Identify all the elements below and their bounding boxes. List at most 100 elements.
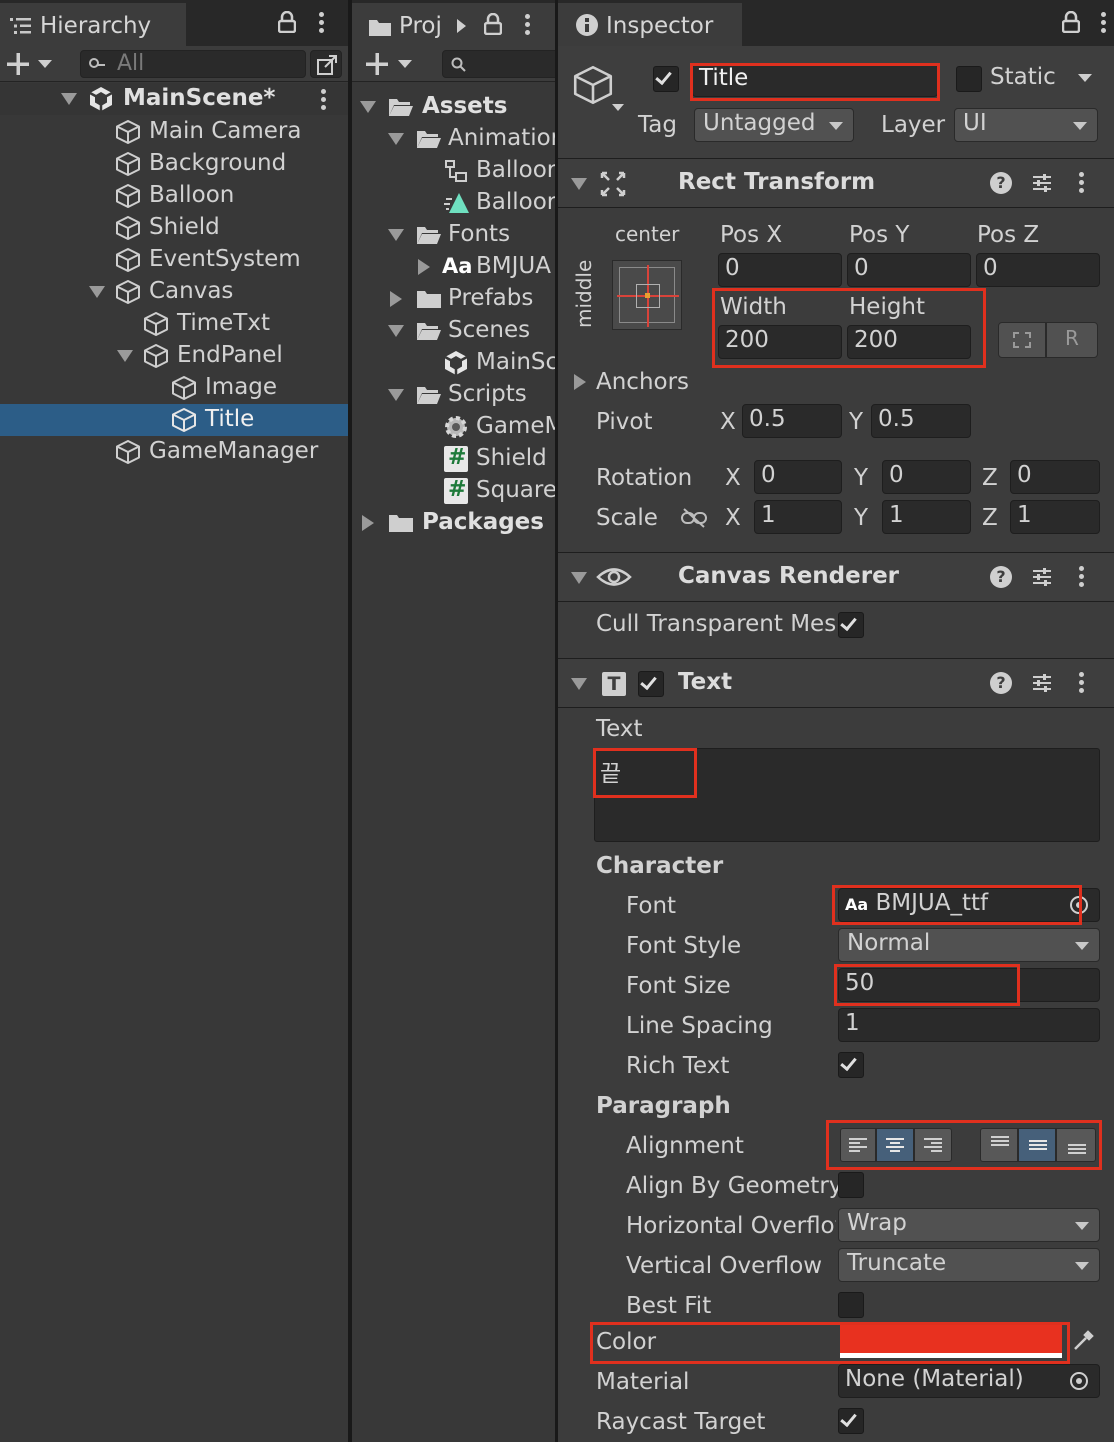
- layer-dropdown[interactable]: UI: [954, 108, 1098, 142]
- project-item[interactable]: Aa BMJUA: [352, 251, 555, 283]
- icon-dropdown-arrow[interactable]: [612, 104, 624, 111]
- preset-icon[interactable]: [1031, 672, 1053, 694]
- project-item[interactable]: # Square: [352, 475, 555, 507]
- preset-icon[interactable]: [1031, 566, 1053, 588]
- expand-arrow-icon[interactable]: [362, 515, 374, 531]
- scene-menu-icon[interactable]: [321, 89, 326, 94]
- expand-arrow-icon[interactable]: [388, 389, 404, 401]
- hierarchy-item[interactable]: GameManager: [0, 436, 348, 468]
- scene-row[interactable]: MainScene*: [0, 83, 348, 115]
- unlinked-scale-icon[interactable]: [680, 507, 708, 529]
- project-item[interactable]: Scenes: [352, 315, 555, 347]
- project-item[interactable]: Animatior: [352, 123, 555, 155]
- hierarchy-item-selected[interactable]: Title: [0, 404, 348, 436]
- tab-project[interactable]: Proj: [352, 3, 555, 46]
- font-style-dropdown[interactable]: Normal: [838, 928, 1100, 962]
- project-search-input[interactable]: [442, 50, 555, 78]
- gameobject-cube-icon[interactable]: [572, 64, 614, 106]
- preset-icon[interactable]: [1031, 172, 1053, 194]
- inspector-menu-icon[interactable]: [1101, 12, 1106, 17]
- v-overflow-dropdown[interactable]: Truncate: [838, 1248, 1100, 1282]
- rot-x-field[interactable]: 0: [754, 460, 842, 494]
- expand-arrow-icon[interactable]: [388, 229, 404, 241]
- lock-icon[interactable]: [278, 11, 296, 33]
- hierarchy-item[interactable]: Shield: [0, 212, 348, 244]
- line-spacing-field[interactable]: 1: [838, 1008, 1100, 1042]
- project-item[interactable]: Balloor: [352, 155, 555, 187]
- hierarchy-menu-icon[interactable]: [319, 12, 324, 17]
- tag-dropdown[interactable]: Untagged: [694, 108, 854, 142]
- component-menu-icon[interactable]: [1079, 172, 1084, 177]
- rich-text-checkbox[interactable]: [838, 1052, 864, 1078]
- object-picker-icon[interactable]: [1070, 1372, 1088, 1390]
- material-field[interactable]: None (Material): [838, 1364, 1100, 1398]
- anchors-label[interactable]: Anchors: [596, 369, 689, 395]
- text-enabled-checkbox[interactable]: [638, 671, 664, 697]
- hierarchy-item[interactable]: Canvas: [0, 276, 348, 308]
- h-overflow-dropdown[interactable]: Wrap: [838, 1208, 1100, 1242]
- eyedropper-icon[interactable]: [1072, 1328, 1096, 1352]
- collapse-arrow-icon[interactable]: [571, 178, 587, 190]
- blueprint-mode-button[interactable]: [998, 322, 1046, 358]
- add-dropdown-arrow[interactable]: [398, 60, 412, 68]
- project-item[interactable]: MainSc: [352, 347, 555, 379]
- expand-arrow-icon[interactable]: [388, 133, 404, 145]
- anchor-presets-button[interactable]: [612, 260, 682, 330]
- scale-y-field[interactable]: 1: [882, 500, 971, 534]
- add-icon[interactable]: [365, 52, 389, 76]
- tab-more-arrow-icon[interactable]: [457, 19, 466, 33]
- expand-arrow-icon[interactable]: [117, 350, 133, 362]
- collapse-arrow-icon[interactable]: [571, 678, 587, 690]
- add-icon[interactable]: [6, 52, 30, 76]
- anchors-expand-icon[interactable]: [574, 374, 586, 390]
- posx-field[interactable]: 0: [718, 253, 842, 287]
- active-checkbox[interactable]: [653, 66, 679, 92]
- pivot-x-field[interactable]: 0.5: [742, 404, 842, 438]
- project-item[interactable]: Fonts: [352, 219, 555, 251]
- rect-transform-header[interactable]: Rect Transform ?: [558, 158, 1114, 208]
- align-geometry-checkbox[interactable]: [838, 1172, 864, 1198]
- posy-field[interactable]: 0: [847, 253, 971, 287]
- scale-z-field[interactable]: 1: [1010, 500, 1100, 534]
- expand-arrow-icon[interactable]: [61, 93, 77, 105]
- hierarchy-item[interactable]: EventSystem: [0, 244, 348, 276]
- project-item[interactable]: Prefabs: [352, 283, 555, 315]
- hierarchy-item[interactable]: TimeTxt: [0, 308, 348, 340]
- expand-arrow-icon[interactable]: [418, 259, 430, 275]
- hierarchy-item[interactable]: Main Camera: [0, 116, 348, 148]
- canvas-renderer-header[interactable]: Canvas Renderer ?: [558, 552, 1114, 602]
- component-menu-icon[interactable]: [1079, 672, 1084, 677]
- project-item[interactable]: Scripts: [352, 379, 555, 411]
- expand-arrow-icon[interactable]: [360, 101, 376, 113]
- add-dropdown-arrow[interactable]: [38, 60, 52, 68]
- component-menu-icon[interactable]: [1079, 566, 1084, 571]
- raycast-target-checkbox[interactable]: [838, 1408, 864, 1434]
- project-item[interactable]: Packages: [352, 507, 555, 539]
- hierarchy-search-input[interactable]: All: [80, 50, 306, 78]
- project-item[interactable]: Assets: [352, 91, 555, 123]
- rot-y-field[interactable]: 0: [882, 460, 971, 494]
- tab-inspector[interactable]: Inspector: [558, 3, 742, 46]
- project-item[interactable]: GameM: [352, 411, 555, 443]
- expand-arrow-icon[interactable]: [390, 291, 402, 307]
- project-item[interactable]: # Shield: [352, 443, 555, 475]
- search-options-button[interactable]: [310, 50, 342, 78]
- cull-transparent-checkbox[interactable]: [838, 612, 864, 638]
- tab-hierarchy[interactable]: Hierarchy: [0, 3, 186, 46]
- help-icon[interactable]: ?: [990, 172, 1012, 194]
- static-checkbox[interactable]: [956, 66, 982, 92]
- lock-icon[interactable]: [484, 13, 502, 35]
- expand-arrow-icon[interactable]: [388, 325, 404, 337]
- scale-x-field[interactable]: 1: [754, 500, 842, 534]
- expand-arrow-icon[interactable]: [89, 286, 105, 298]
- help-icon[interactable]: ?: [990, 672, 1012, 694]
- pivot-y-field[interactable]: 0.5: [871, 404, 971, 438]
- hierarchy-item[interactable]: Balloon: [0, 180, 348, 212]
- help-icon[interactable]: ?: [990, 566, 1012, 588]
- hierarchy-item[interactable]: Image: [0, 372, 348, 404]
- best-fit-checkbox[interactable]: [838, 1292, 864, 1318]
- posz-field[interactable]: 0: [976, 253, 1100, 287]
- lock-icon[interactable]: [1062, 11, 1080, 33]
- text-component-header[interactable]: T Text ?: [558, 658, 1114, 708]
- raw-edit-button[interactable]: R: [1046, 322, 1098, 358]
